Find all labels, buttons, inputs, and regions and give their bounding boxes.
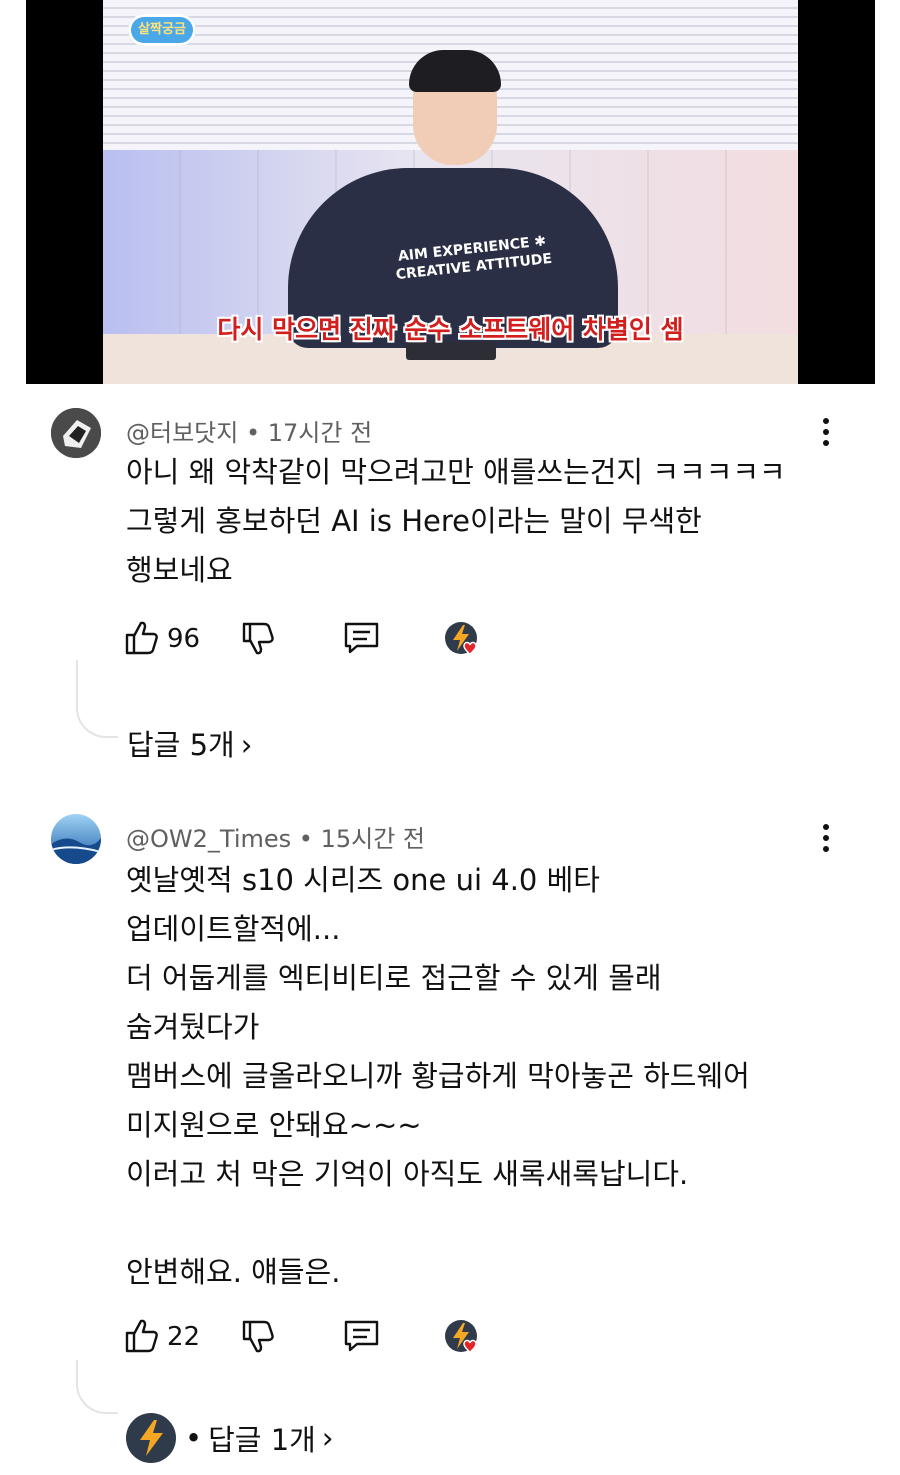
- comment-actions: 96: [125, 620, 525, 660]
- replies-bullet: •: [185, 1421, 203, 1455]
- view-replies-button[interactable]: 답글 5개 ›: [127, 722, 252, 764]
- thumbs-up-icon: [125, 1319, 158, 1353]
- like-count: 22: [167, 1322, 201, 1352]
- comment-text: 아니 왜 악착같이 막으려고만 애를쓰는건지 ㅋㅋㅋㅋㅋ 그렇게 홍보하던 AI…: [126, 455, 786, 587]
- replies-label: 답글 5개: [127, 728, 235, 762]
- comment-author[interactable]: @터보닷지: [126, 419, 238, 447]
- chevron-right-icon: ›: [240, 728, 253, 762]
- reply-button[interactable]: [343, 1318, 383, 1358]
- chevron-right-icon: ›: [321, 1421, 334, 1455]
- channel-logo: 살짝궁금: [128, 14, 196, 46]
- comment-author[interactable]: @OW2_Times: [126, 825, 291, 853]
- like-button[interactable]: 22: [125, 1318, 205, 1358]
- dislike-button[interactable]: [240, 620, 280, 660]
- thumbs-down-icon: [242, 622, 274, 655]
- comment-meta: @터보닷지 • 17시간 전: [126, 413, 372, 448]
- thread-line: [76, 1360, 118, 1414]
- creator-avatar-icon: [126, 1413, 176, 1463]
- presenter-hair: [409, 50, 501, 92]
- comment-meta: @OW2_Times • 15시간 전: [126, 819, 425, 854]
- comment-time[interactable]: 15시간 전: [321, 825, 425, 853]
- replies-label: 답글 1개: [208, 1423, 316, 1457]
- view-replies-button[interactable]: • 답글 1개 ›: [125, 1412, 333, 1464]
- meta-separator: •: [298, 825, 313, 853]
- video-subtitle: 다시 막으면 진짜 순수 소프트웨어 차별인 셈: [217, 315, 684, 344]
- creator-heart-image: [445, 622, 477, 656]
- avatar[interactable]: [51, 814, 101, 864]
- comment-time[interactable]: 17시간 전: [268, 419, 372, 447]
- comment-text: 옛날옛적 s10 시리즈 one ui 4.0 베타 업데이트할적에... 더 …: [126, 863, 750, 1289]
- comment-actions: 22: [125, 1318, 525, 1358]
- reply-button[interactable]: [343, 620, 383, 660]
- thread-line: [76, 660, 118, 738]
- more-vert-icon[interactable]: [816, 416, 836, 448]
- dislike-button[interactable]: [240, 1318, 280, 1358]
- video-frame: 살짝궁금 AIM EXPERIENCE ✱ CREATIVE ATTITUDE …: [103, 0, 798, 384]
- like-button[interactable]: 96: [125, 620, 205, 660]
- avatar[interactable]: [51, 408, 101, 458]
- creator-heart-image: [445, 1320, 477, 1354]
- meta-separator: •: [245, 419, 261, 447]
- comment-icon: [344, 622, 379, 654]
- thumbs-up-icon: [125, 621, 158, 655]
- avatar-image: [51, 408, 101, 458]
- thumbs-down-icon: [242, 1320, 274, 1353]
- more-vert-icon[interactable]: [816, 822, 836, 854]
- avatar-image: [51, 814, 101, 864]
- video-player[interactable]: 살짝궁금 AIM EXPERIENCE ✱ CREATIVE ATTITUDE …: [26, 0, 875, 384]
- creator-heart-icon: [443, 620, 489, 660]
- creator-heart-icon: [443, 1318, 489, 1358]
- like-count: 96: [167, 624, 201, 654]
- comment-icon: [344, 1320, 379, 1352]
